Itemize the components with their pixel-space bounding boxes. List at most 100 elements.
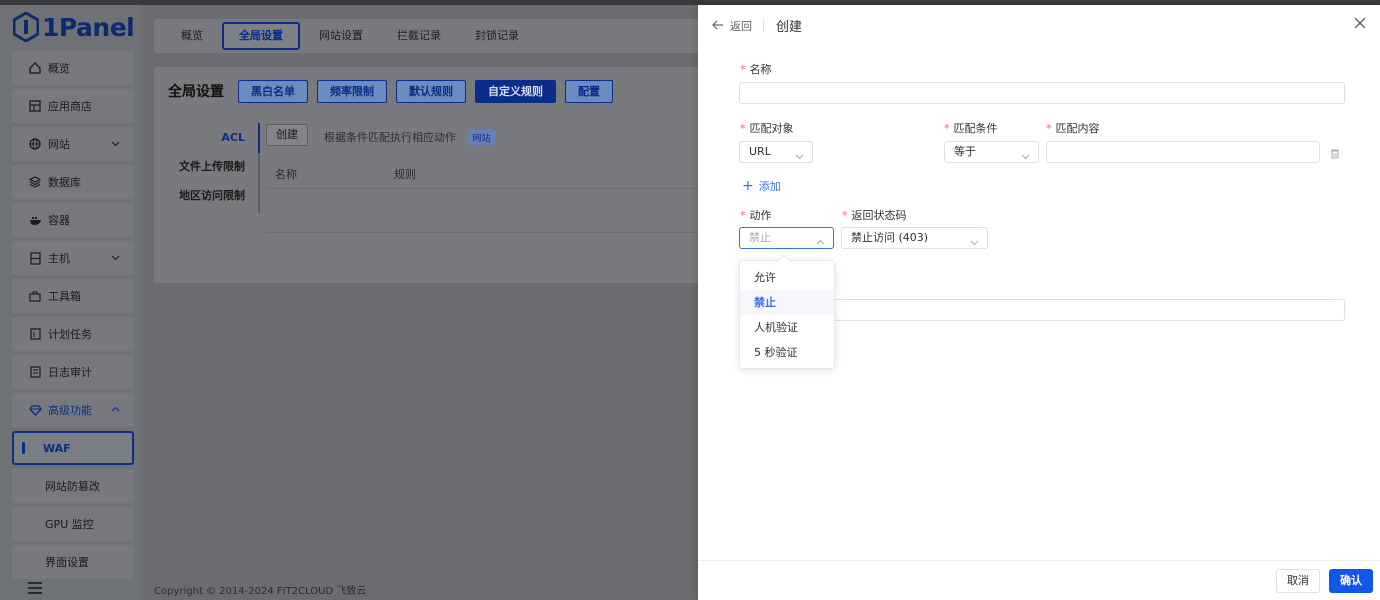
match-condition-select[interactable]: 等于 — [944, 141, 1039, 163]
cancel-button[interactable]: 取消 — [1276, 569, 1320, 593]
sidebar-item-gpu[interactable]: GPU 监控 — [12, 507, 134, 541]
calendar-icon — [28, 327, 42, 341]
tab-block-log[interactable]: 封锁记录 — [460, 22, 534, 50]
server-icon — [28, 251, 42, 265]
back-button[interactable]: 返回 — [712, 18, 752, 34]
sidebar-item-label: GPU 监控 — [45, 518, 94, 531]
vtab-geo-limit[interactable]: 地区访问限制 — [174, 185, 259, 214]
match-target-value: URL — [749, 145, 771, 158]
chevron-down-icon — [111, 138, 120, 151]
menu-collapse-icon[interactable] — [28, 579, 42, 598]
required-mark: * — [944, 122, 950, 135]
docker-icon — [28, 213, 42, 227]
custom-rules-button[interactable]: 自定义规则 — [475, 80, 556, 103]
drawer-title: 创建 — [776, 20, 803, 35]
required-mark: * — [842, 209, 848, 222]
sidebar-item-label: 高级功能 — [48, 404, 92, 417]
copyright-footer: Copyright © 2014-2024 FIT2CLOUD 飞致云 — [154, 586, 367, 597]
sidebar-item-label: 主机 — [48, 252, 70, 265]
rate-limit-button[interactable]: 频率限制 — [317, 80, 387, 103]
match-condition-label: * 匹配条件 — [944, 120, 998, 136]
vtab-acl[interactable]: ACL — [174, 127, 259, 156]
column-name: 名称 — [275, 167, 297, 181]
sidebar-item-label: 概览 — [48, 62, 70, 75]
card-title: 全局设置 — [168, 84, 224, 100]
confirm-button[interactable]: 确认 — [1329, 569, 1373, 593]
blacklist-button[interactable]: 黑白名单 — [238, 80, 308, 103]
sidebar-item-label: 网站 — [48, 138, 70, 151]
vtab-upload-limit[interactable]: 文件上传限制 — [174, 156, 259, 185]
chevron-down-icon — [1021, 148, 1030, 168]
status-code-label: * 返回状态码 — [842, 207, 907, 223]
sidebar-item-container[interactable]: 容器 — [12, 203, 134, 237]
name-label: * 名称 — [740, 61, 772, 77]
sidebar-item-toolbox[interactable]: 工具箱 — [12, 279, 134, 313]
sidebar-item-tamper[interactable]: 网站防篡改 — [12, 469, 134, 503]
sidebar-item-label: WAF — [43, 441, 71, 455]
required-mark: * — [740, 63, 746, 76]
database-icon — [28, 175, 42, 189]
chevron-down-icon — [111, 252, 120, 265]
trash-icon[interactable] — [1330, 148, 1340, 162]
drawer-header: 返回 创建 — [698, 5, 1380, 47]
sidebar-item-label: 数据库 — [48, 176, 81, 189]
required-mark: * — [1046, 122, 1052, 135]
action-select[interactable]: 禁止 — [739, 227, 834, 249]
globe-icon — [28, 137, 42, 151]
diamond-icon — [28, 403, 42, 417]
tab-intercept-log[interactable]: 拦截记录 — [382, 22, 456, 50]
tab-site-settings[interactable]: 网站设置 — [304, 22, 378, 50]
top-tabs: 概览 全局设置 网站设置 拦截记录 封锁记录 — [154, 19, 714, 53]
sidebar-item-ui-settings[interactable]: 界面设置 — [12, 545, 134, 579]
sidebar-item-label: 计划任务 — [48, 328, 92, 341]
sidebar-item-advanced[interactable]: 高级功能 — [12, 393, 134, 427]
drawer-footer: 取消 确认 — [698, 560, 1380, 600]
active-indicator — [22, 442, 25, 454]
status-code-label-text: 返回状态码 — [851, 209, 907, 222]
tab-overview[interactable]: 概览 — [166, 22, 218, 50]
home-icon — [28, 61, 42, 75]
option-5s-verify[interactable]: 5 秒验证 — [740, 340, 834, 365]
action-dropdown: 允许 禁止 人机验证 5 秒验证 — [739, 254, 835, 369]
action-label: * 动作 — [740, 207, 772, 223]
sidebar: 1Panel 概览 应用商店 网站 数据库 容器 主机 工具箱 计划任务 日志审… — [0, 5, 140, 600]
default-rules-button[interactable]: 默认规则 — [396, 80, 466, 103]
name-input[interactable] — [739, 82, 1345, 104]
create-rule-button[interactable]: 创建 — [266, 124, 308, 146]
close-icon[interactable] — [1354, 17, 1368, 31]
sidebar-item-host[interactable]: 主机 — [12, 241, 134, 275]
table-body — [266, 189, 714, 233]
match-content-input[interactable] — [1046, 141, 1320, 163]
sidebar-item-website[interactable]: 网站 — [12, 127, 134, 161]
sidebar-item-app-store[interactable]: 应用商店 — [12, 89, 134, 123]
status-code-select[interactable]: 禁止访问 (403) — [841, 227, 988, 249]
match-target-select[interactable]: URL — [739, 141, 813, 163]
sidebar-item-log-audit[interactable]: 日志审计 — [12, 355, 134, 389]
column-rule: 规则 — [394, 167, 416, 181]
chevron-up-icon — [111, 404, 120, 417]
app-logo[interactable]: 1Panel — [12, 9, 135, 45]
sidebar-item-cron[interactable]: 计划任务 — [12, 317, 134, 351]
toolbox-icon — [28, 289, 42, 303]
sidebar-item-label: 日志审计 — [48, 366, 92, 379]
required-mark: * — [740, 209, 746, 222]
add-label: 添加 — [758, 180, 781, 193]
sidebar-item-database[interactable]: 数据库 — [12, 165, 134, 199]
sidebar-item-label: 网站防篡改 — [45, 480, 100, 493]
header-button-group: 黑白名单 频率限制 默认规则 自定义规则 配置 — [238, 80, 622, 103]
log-icon — [28, 365, 42, 379]
add-condition-button[interactable]: + 添加 — [742, 178, 781, 194]
tab-global-settings[interactable]: 全局设置 — [222, 22, 300, 50]
config-button[interactable]: 配置 — [565, 80, 613, 103]
status-code-value: 禁止访问 (403) — [851, 231, 929, 244]
vertical-tabs: ACL 文件上传限制 地区访问限制 — [174, 127, 259, 214]
option-deny[interactable]: 禁止 — [740, 290, 834, 315]
website-badge: 网站 — [467, 130, 496, 145]
sidebar-item-overview[interactable]: 概览 — [12, 51, 134, 85]
match-target-label-text: 匹配对象 — [749, 122, 794, 135]
arrow-left-icon — [712, 19, 724, 34]
option-allow[interactable]: 允许 — [740, 265, 834, 290]
sidebar-item-waf[interactable]: WAF — [12, 431, 134, 465]
option-captcha[interactable]: 人机验证 — [740, 315, 834, 340]
back-label: 返回 — [730, 20, 752, 33]
